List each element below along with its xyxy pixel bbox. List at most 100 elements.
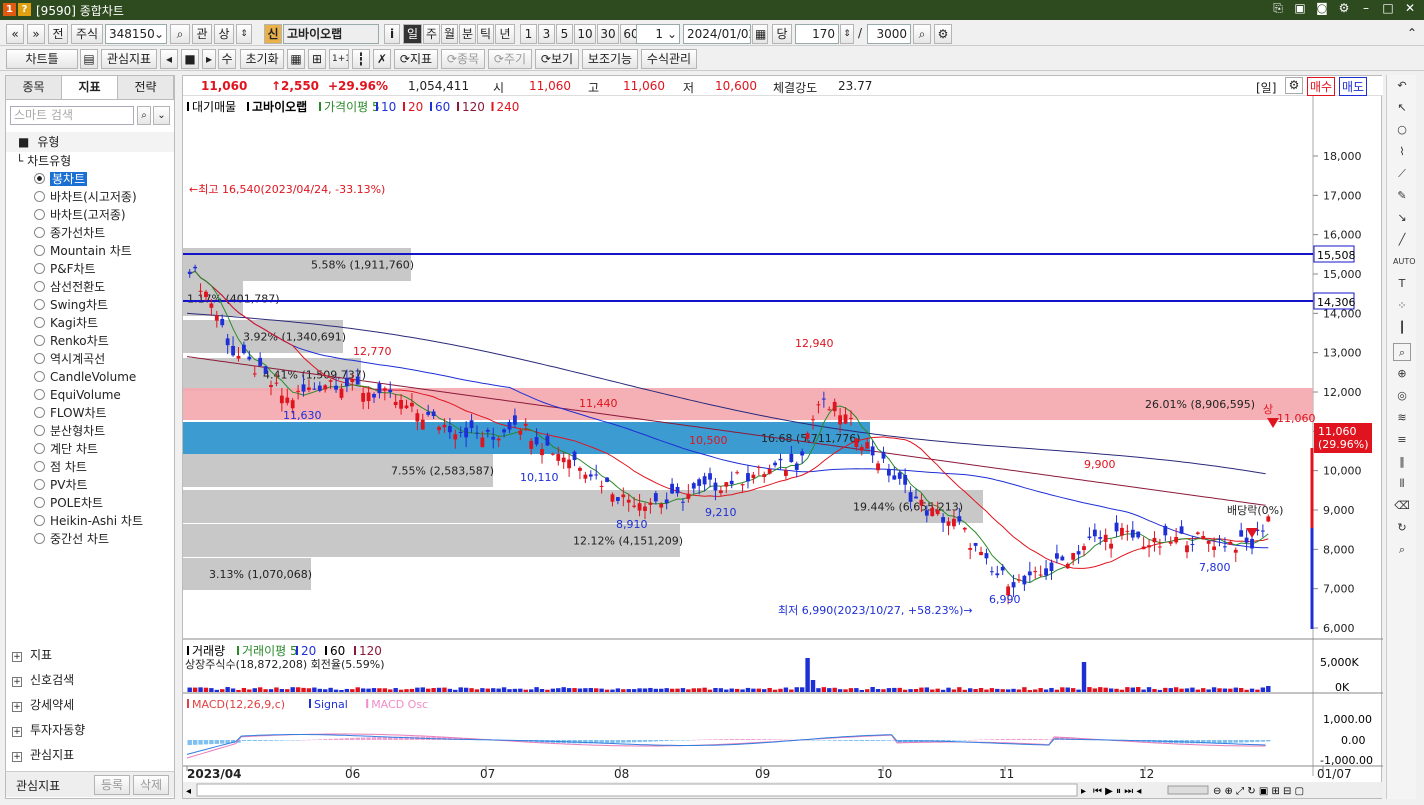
market-select[interactable]: 주식	[71, 24, 103, 44]
count-input[interactable]: 170	[795, 24, 839, 44]
playback-controls-icon[interactable]: ⏮ ▶ ⏸ ⏭ ◂	[1093, 786, 1141, 797]
sell-button[interactable]: 매도	[1339, 77, 1368, 96]
chart-type-16[interactable]: 점 차트	[34, 458, 87, 476]
chart-frame-button[interactable]: 차트틀	[6, 49, 78, 69]
cursor-icon[interactable]: ↖	[1393, 99, 1411, 117]
section-signal[interactable]: + 신호검색	[12, 669, 74, 691]
minimize-icon[interactable]: –	[1358, 1, 1374, 16]
chart-type-10[interactable]: 역시계곡선	[34, 350, 105, 368]
spinner-icon[interactable]: ⇕	[236, 24, 252, 44]
zoom-in-icon[interactable]: ⊕	[1393, 365, 1411, 383]
tab-indicator[interactable]: 지표	[62, 76, 118, 99]
save-layout-icon[interactable]: ▣	[1292, 1, 1308, 16]
period-tick[interactable]: 틱	[477, 24, 494, 44]
chart-type-9[interactable]: Renko차트	[34, 332, 109, 350]
radio-icon[interactable]	[34, 389, 45, 400]
radio-icon[interactable]	[34, 497, 45, 508]
reset-button[interactable]: 초기화	[240, 49, 284, 69]
radio-icon[interactable]	[34, 191, 45, 202]
section-indicator[interactable]: + 지표	[12, 644, 52, 666]
date-input[interactable]: 2024/01/02	[683, 24, 751, 44]
radio-icon[interactable]	[34, 209, 45, 220]
scroll-right-icon[interactable]: ▸	[1081, 786, 1086, 797]
period-week[interactable]: 주	[423, 24, 440, 44]
line-icon[interactable]: ╱	[1393, 231, 1411, 249]
text-icon[interactable]: T	[1393, 275, 1411, 293]
smart-search-input[interactable]: 스마트 검색	[10, 106, 134, 125]
chart-type-1[interactable]: 바차트(시고저종)	[34, 188, 137, 206]
radio-icon[interactable]	[34, 533, 45, 544]
radio-icon[interactable]	[34, 263, 45, 274]
close-icon[interactable]: ✕	[1402, 1, 1418, 16]
dots-icon[interactable]: ⁘	[1393, 297, 1411, 315]
nav-first-button[interactable]: «	[6, 24, 24, 44]
camera-icon[interactable]: ◙	[1314, 1, 1330, 16]
interval-1[interactable]: 1	[520, 24, 537, 44]
su-button[interactable]: 수	[218, 49, 236, 69]
search-icon[interactable]: ⌕	[170, 24, 190, 44]
radio-icon[interactable]	[34, 461, 45, 472]
candle-icon[interactable]: ┇	[352, 49, 370, 69]
circle-icon[interactable]: ○	[1393, 121, 1411, 139]
chart-type-2[interactable]: 바차트(고저종)	[34, 206, 126, 224]
radio-icon[interactable]	[34, 335, 45, 346]
delete-button[interactable]: 삭제	[133, 775, 169, 795]
chart-type-3[interactable]: 종가선차트	[34, 224, 105, 242]
aux-button[interactable]: 보조기능	[582, 49, 638, 69]
maximize-icon[interactable]: □	[1380, 1, 1396, 16]
candle-tool-icon[interactable]: ┃	[1393, 319, 1411, 337]
undo-icon[interactable]: ↶	[1393, 77, 1411, 95]
chart-type-14[interactable]: 분산형차트	[34, 422, 105, 440]
tab-stock[interactable]: 종목	[6, 76, 62, 99]
gwan-button[interactable]: 관	[192, 24, 212, 44]
scroll-left-icon[interactable]: ◂	[160, 49, 178, 69]
indicator-button[interactable]: ⟳지표	[394, 49, 438, 69]
period-day[interactable]: 일	[403, 24, 422, 44]
search-icon[interactable]: ⌕	[137, 106, 151, 125]
help-icon[interactable]: ?	[18, 3, 31, 16]
formula-button[interactable]: 수식관리	[641, 49, 697, 69]
columns-icon[interactable]: ⦀	[1393, 475, 1411, 493]
chart-type-8[interactable]: Kagi차트	[34, 314, 98, 332]
radio-icon[interactable]	[34, 515, 45, 526]
radio-icon[interactable]	[34, 479, 45, 490]
watch-indicator-button[interactable]: 관심지표	[101, 49, 157, 69]
radio-icon[interactable]	[34, 281, 45, 292]
calendar-icon[interactable]: ▦	[752, 24, 768, 44]
sang-button[interactable]: 상	[214, 24, 234, 44]
refresh-icon[interactable]: ↻	[1393, 519, 1411, 537]
period-minute[interactable]: 분	[459, 24, 476, 44]
zoom-controls-icon[interactable]: ⊖ ⊕ ⤢ ↻ ▣ ⊞ ⊟ ▢	[1213, 786, 1304, 797]
radio-icon[interactable]	[34, 371, 45, 382]
interval-input[interactable]: 1 ⌄	[636, 24, 680, 44]
nav-prev-button[interactable]: »	[27, 24, 45, 44]
register-button[interactable]: 등록	[94, 775, 130, 795]
section-investor[interactable]: + 투자자동향	[12, 719, 85, 741]
interval-5[interactable]: 5	[556, 24, 573, 44]
section-strength[interactable]: + 강세약세	[12, 694, 74, 716]
gear-icon[interactable]: ⚙	[934, 24, 952, 44]
split-icon[interactable]: ⊞	[308, 49, 326, 69]
radio-icon[interactable]	[34, 407, 45, 418]
count-spinner-icon[interactable]: ⇕	[840, 24, 854, 44]
scroll-left-icon[interactable]: ◂	[186, 786, 191, 797]
period-button[interactable]: ⟳주기	[488, 49, 532, 69]
radio-icon[interactable]	[34, 299, 45, 310]
stock-button[interactable]: ⟳종목	[441, 49, 485, 69]
zoom-tool-icon[interactable]: ⌕	[1393, 343, 1411, 361]
chart-canvas[interactable]: 5.58% (1,911,760)1.17% (401,787)3.92% (1…	[183, 96, 1383, 800]
max-input[interactable]: 3000	[867, 24, 911, 44]
chart-type-18[interactable]: POLE차트	[34, 494, 103, 512]
tab-strategy[interactable]: 전략	[118, 76, 174, 99]
chart-type-20[interactable]: 중간선 차트	[34, 530, 109, 548]
zoom-icon[interactable]: ⌕	[913, 24, 931, 44]
one-plus-button[interactable]: 1+1	[329, 49, 349, 69]
chart-type-11[interactable]: CandleVolume	[34, 368, 136, 386]
fib-icon[interactable]: ≋	[1393, 409, 1411, 427]
scrollbar-thumb[interactable]	[196, 783, 1078, 797]
cross-icon[interactable]: ✗	[373, 49, 391, 69]
link-icon[interactable]: ⎘	[1270, 1, 1286, 16]
view-button[interactable]: ⟳보기	[535, 49, 579, 69]
chart-area[interactable]: 11,060 ↑2,550 +29.96% 1,054,411 시 11,060…	[182, 75, 1383, 800]
chart-type-13[interactable]: FLOW차트	[34, 404, 107, 422]
